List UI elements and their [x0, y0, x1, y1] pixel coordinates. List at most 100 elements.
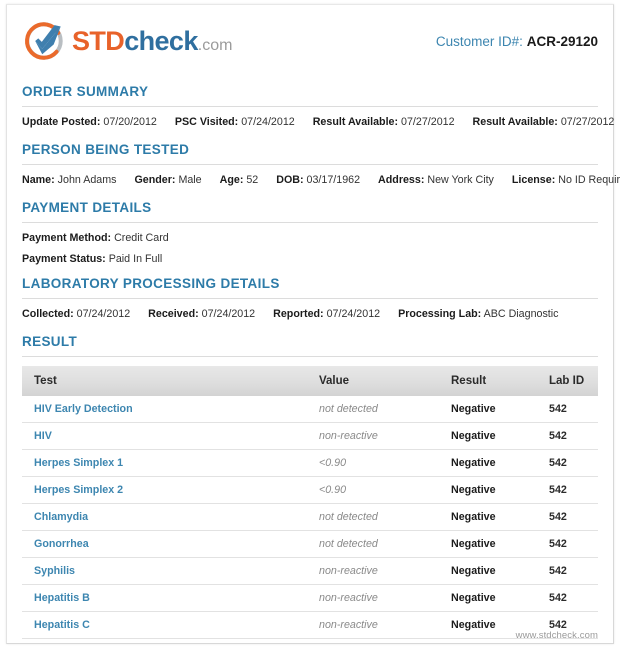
result-table-head: Test Value Result Lab ID: [22, 366, 598, 396]
cell-test[interactable]: Chlamydia: [22, 503, 307, 531]
cell-test[interactable]: HIV: [22, 422, 307, 450]
field-value: 07/24/2012: [326, 308, 381, 320]
field-label: PSC Visited:: [174, 116, 239, 128]
customer-id-value: ACR-29120: [526, 33, 598, 49]
field-label: Name:: [22, 174, 55, 186]
cell-result: Negative: [439, 422, 537, 450]
cell-result: Negative: [439, 396, 537, 423]
cell-lab-id: 542: [537, 396, 598, 423]
cell-value: non-reactive: [307, 584, 439, 612]
order-summary-title: ORDER SUMMARY: [22, 84, 149, 99]
column-header-value[interactable]: Value: [307, 366, 439, 396]
cell-test[interactable]: HIV Early Detection: [22, 396, 307, 423]
cell-value: <0.90: [307, 449, 439, 477]
field-label: Address:: [378, 174, 425, 186]
field-address: Address: New York City: [378, 174, 494, 186]
field-value: 07/24/2012: [241, 116, 295, 128]
field-label: Gender:: [134, 174, 176, 186]
brand-name-check: check: [124, 25, 198, 56]
table-row: HIV Early Detection not detected Negative 5…: [22, 396, 598, 423]
cell-test[interactable]: Herpes Simplex 1: [22, 449, 307, 477]
field-label: Reported:: [273, 308, 324, 320]
cell-lab-id: 542: [537, 584, 598, 612]
person-being-tested-fields: Name: John Adams Gender: Male Age: 52 DO…: [22, 174, 620, 196]
person-being-tested-divider: [22, 164, 598, 165]
brand-name-tld: .com: [197, 36, 233, 54]
result-table-body: HIV Early Detection not detected Negative 5…: [22, 396, 598, 639]
field-label: Payment Status:: [22, 253, 106, 265]
cell-test[interactable]: Hepatitis C: [22, 611, 307, 639]
cell-value: <0.90: [307, 476, 439, 504]
person-being-tested-title: PERSON BEING TESTED: [22, 142, 190, 157]
cell-lab-id: 542: [537, 449, 598, 477]
cell-lab-id: 542: [537, 422, 598, 450]
checkmark-shield-icon: [25, 22, 63, 60]
column-header-test[interactable]: Test: [22, 366, 307, 396]
field-value: 07/20/2012: [103, 116, 157, 128]
field-label: Age:: [219, 174, 244, 186]
cell-result: Negative: [439, 449, 537, 477]
order-summary-divider: [22, 106, 598, 107]
cell-test[interactable]: Herpes Simplex 2: [22, 476, 307, 504]
table-row: Gonorrhea not detected Negative 542: [22, 530, 598, 558]
field-value: 52: [246, 174, 259, 186]
field-psc-visited: PSC Visited: 07/24/2012: [175, 116, 295, 128]
page-header: STDcheck.com Customer ID#: ACR-29120: [22, 0, 598, 72]
footer-website[interactable]: www.stdcheck.com: [516, 630, 598, 641]
field-value: 03/17/1962: [306, 174, 361, 186]
cell-value: non-reactive: [307, 557, 439, 585]
cell-result: Negative: [439, 584, 537, 612]
cell-value: non-reactive: [307, 611, 439, 639]
cell-result: Negative: [439, 476, 537, 504]
field-label: Collected:: [22, 308, 74, 320]
field-label: License:: [511, 174, 556, 186]
column-header-result[interactable]: Result: [439, 366, 537, 396]
column-header-lab-id[interactable]: Lab ID: [537, 366, 598, 396]
cell-test[interactable]: Syphilis: [22, 557, 307, 585]
field-value: ABC Diagnostic: [483, 308, 559, 320]
field-name: Name: John Adams: [22, 174, 116, 186]
brand-logo[interactable]: STDcheck.com: [22, 19, 232, 63]
section-laboratory-processing-details: LABORATORY PROCESSING DETAILS Collected:…: [22, 276, 598, 330]
field-processing-lab: Processing Lab: ABC Diagnostic: [398, 308, 558, 320]
table-row: HIV non-reactive Negative 542: [22, 422, 598, 450]
field-result-available-1: Result Available: 07/27/2012: [313, 116, 455, 128]
cell-lab-id: 542: [537, 503, 598, 531]
cell-test[interactable]: Hepatitis B: [22, 584, 307, 612]
cell-value: not detected: [307, 396, 439, 423]
field-age: Age: 52: [220, 174, 259, 186]
cell-lab-id: 542: [537, 476, 598, 504]
customer-id-label: Customer ID#:: [435, 33, 523, 49]
field-label: Update Posted:: [22, 116, 101, 128]
cell-value: not detected: [307, 503, 439, 531]
table-row: Syphilis non-reactive Negative 542: [22, 557, 598, 585]
field-value: New York City: [427, 174, 494, 186]
field-update-posted: Update Posted: 07/20/2012: [22, 116, 157, 128]
cell-lab-id: 542: [537, 530, 598, 558]
order-summary-fields: Update Posted: 07/20/2012 PSC Visited: 0…: [22, 116, 614, 138]
laboratory-processing-divider: [22, 298, 598, 299]
field-value: 07/24/2012: [76, 308, 131, 320]
section-payment-details: PAYMENT DETAILS Payment Method: Credit C…: [22, 200, 598, 274]
table-row: Herpes Simplex 2 <0.90 Negative 542: [22, 476, 598, 504]
section-person-being-tested: PERSON BEING TESTED Name: John Adams Gen…: [22, 142, 620, 196]
table-row: Hepatitis Bnon-reactive Negative 542: [22, 584, 598, 612]
lab-result-page: STDcheck.com Customer ID#: ACR-29120 ORD…: [0, 0, 620, 649]
result-title: RESULT: [22, 334, 78, 349]
field-payment-status: Payment Status: Paid In Full: [22, 253, 598, 274]
cell-value: not detected: [307, 530, 439, 558]
cell-test[interactable]: Gonorrhea: [22, 530, 307, 558]
field-label: Received:: [148, 308, 199, 320]
result-table: Test Value Result Lab ID HIV Early Detec…: [22, 366, 598, 639]
field-value: Paid In Full: [108, 253, 163, 265]
payment-details-title: PAYMENT DETAILS: [22, 200, 152, 215]
brand-name-std: STD: [72, 25, 125, 56]
table-header-row: Test Value Result Lab ID: [22, 366, 598, 396]
field-value: John Adams: [57, 174, 117, 186]
cell-result: Negative: [439, 530, 537, 558]
field-received: Received: 07/24/2012: [148, 308, 255, 320]
field-value: Credit Card: [114, 232, 169, 244]
field-value: 07/27/2012: [560, 116, 615, 128]
field-license: License: No ID Required: [512, 174, 620, 186]
field-reported: Reported: 07/24/2012: [273, 308, 380, 320]
